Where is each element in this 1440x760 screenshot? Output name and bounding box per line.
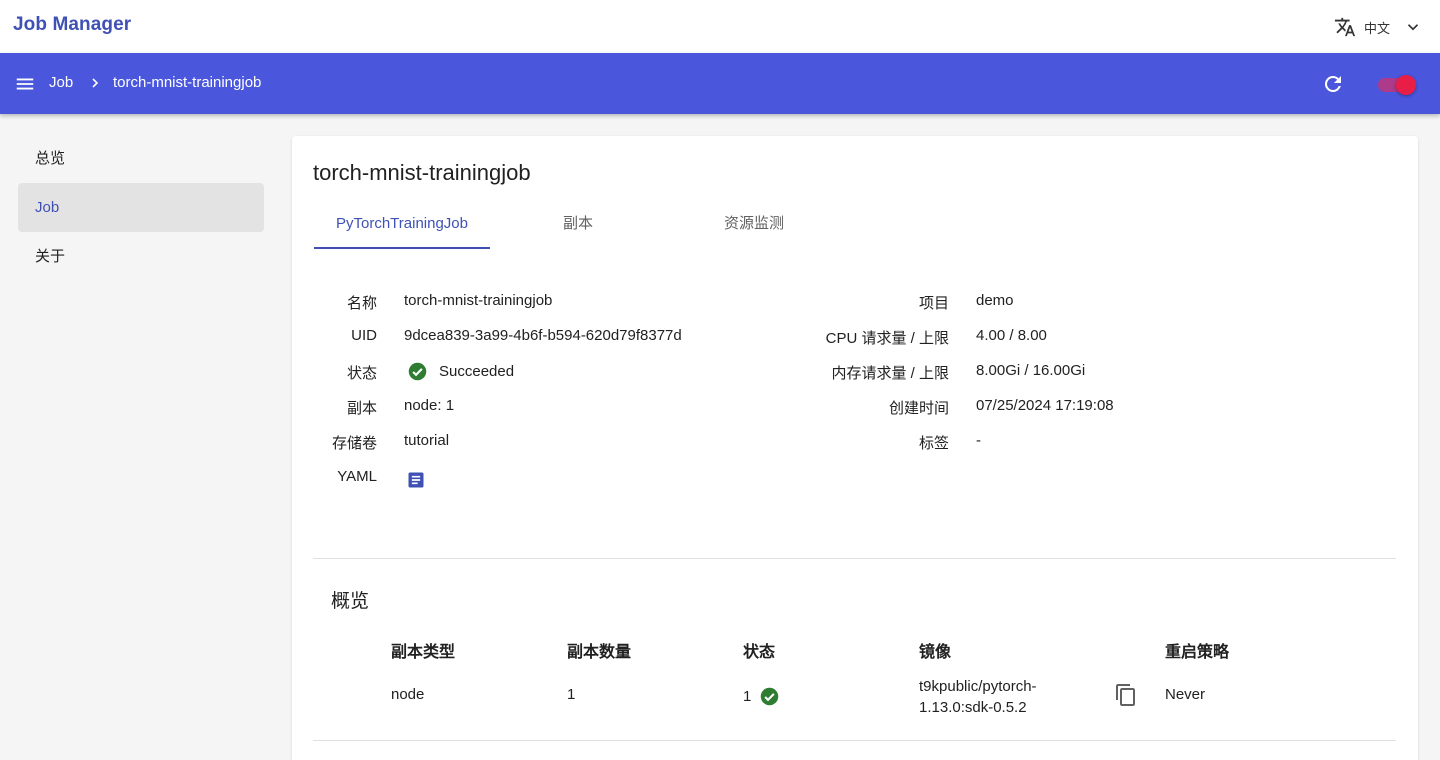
sidebar-item-job[interactable]: Job (18, 183, 264, 232)
cell-image: t9kpublic/pytorch- 1.13.0:sdk-0.5.2 (919, 676, 1037, 718)
page-title: torch-mnist-trainingjob (313, 160, 531, 185)
column-header-replica-count: 副本数量 (567, 644, 632, 661)
cell-status: 1 (743, 686, 780, 707)
tab-replicas[interactable]: 副本 (490, 204, 666, 249)
menu-icon[interactable] (14, 73, 36, 95)
language-selector[interactable]: 中文 (1334, 14, 1422, 40)
column-header-image: 镜像 (919, 644, 952, 661)
overview-title: 概览 (331, 591, 370, 612)
column-header-restart-policy: 重启策略 (1165, 644, 1230, 661)
divider (313, 740, 1396, 741)
detail-row-labels: 标签 - (292, 432, 1392, 452)
detail-label: YAML (337, 468, 377, 485)
breadcrumb-job[interactable]: Job (49, 74, 73, 91)
detail-value: demo (976, 292, 1014, 309)
check-circle-icon (761, 687, 779, 706)
document-icon[interactable] (406, 470, 426, 490)
detail-row-yaml: YAML (292, 468, 792, 488)
refresh-icon[interactable] (1321, 72, 1345, 96)
detail-label: 创建时间 (888, 400, 949, 417)
column-header-status: 状态 (743, 644, 776, 661)
detail-label: 标签 (918, 435, 949, 452)
translate-icon (1334, 17, 1356, 37)
tab-resource-monitoring[interactable]: 资源监测 (666, 204, 842, 249)
detail-row-created: 创建时间 07/25/2024 17:19:08 (292, 397, 1392, 417)
detail-row-cpu: CPU 请求量 / 上限 4.00 / 8.00 (292, 327, 1392, 347)
divider (313, 558, 1396, 559)
chevron-down-icon (1407, 24, 1419, 31)
detail-value: 07/25/2024 17:19:08 (976, 397, 1114, 414)
top-bar: Job Manager 中文 (0, 0, 1440, 53)
cell-replica-count: 1 (567, 686, 576, 703)
job-detail-card: torch-mnist-trainingjob PyTorchTrainingJ… (292, 136, 1418, 760)
nav-bar: Job torch-mnist-trainingjob (0, 53, 1440, 114)
sidebar-item-about[interactable]: 关于 (18, 232, 264, 281)
sidebar: 总览 Job 关于 (18, 134, 264, 281)
detail-value: 4.00 / 8.00 (976, 327, 1047, 344)
detail-row-project: 项目 demo (292, 292, 1392, 312)
column-header-replica-type: 副本类型 (391, 644, 456, 661)
app-title[interactable]: Job Manager (13, 14, 131, 36)
detail-value: - (976, 432, 981, 449)
language-label: 中文 (1363, 20, 1390, 36)
tab-bar: PyTorchTrainingJob 副本 资源监测 (314, 204, 842, 249)
cell-restart-policy: Never (1165, 686, 1206, 703)
toggle-thumb (1396, 75, 1416, 95)
cell-replica-type: node (391, 686, 425, 703)
detail-row-memory: 内存请求量 / 上限 8.00Gi / 16.00Gi (292, 362, 1392, 382)
image-line-1: t9kpublic/pytorch- (919, 678, 1037, 695)
detail-value: 8.00Gi / 16.00Gi (976, 362, 1086, 379)
detail-label: 项目 (918, 295, 949, 312)
detail-label: 内存请求量 / 上限 (831, 365, 949, 382)
status-count: 1 (743, 688, 752, 705)
copy-icon[interactable] (1114, 683, 1138, 707)
detail-label: CPU 请求量 / 上限 (825, 330, 949, 347)
image-line-2: 1.13.0:sdk-0.5.2 (919, 699, 1027, 716)
tab-pytorchtrainingjob[interactable]: PyTorchTrainingJob (314, 204, 490, 249)
theme-toggle[interactable] (1378, 75, 1416, 95)
breadcrumb-current: torch-mnist-trainingjob (113, 74, 262, 91)
sidebar-item-overview[interactable]: 总览 (18, 134, 264, 183)
chevron-right-icon (92, 78, 99, 88)
